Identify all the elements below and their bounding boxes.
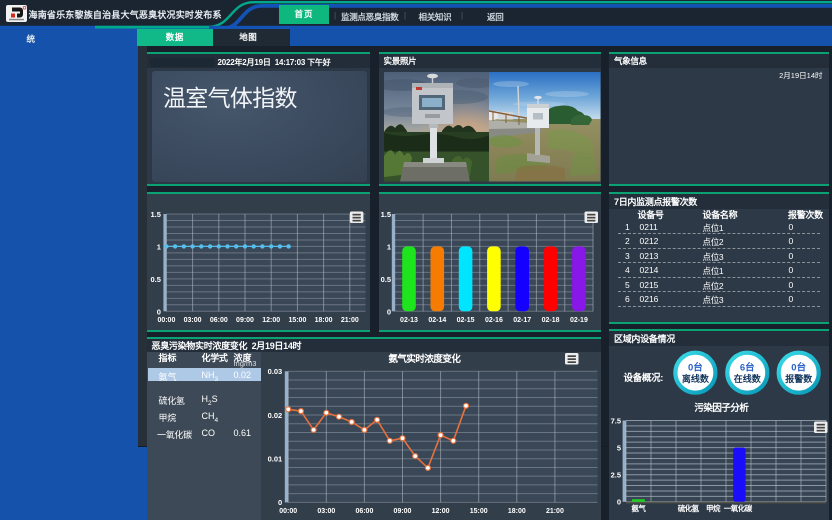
svg-text:0.02: 0.02: [267, 411, 282, 420]
svg-text:02-15: 02-15: [456, 316, 474, 323]
svg-text:氨气实时浓度变化: 氨气实时浓度变化: [388, 353, 461, 365]
svg-text:15:00: 15:00: [469, 508, 487, 515]
svg-text:00:00: 00:00: [279, 508, 297, 515]
svg-text:12:00: 12:00: [431, 508, 449, 515]
svg-text:0: 0: [278, 498, 282, 507]
svg-text:15:00: 15:00: [288, 316, 306, 323]
svg-text:氨气: 氨气: [631, 503, 646, 513]
svg-text:18:00: 18:00: [314, 316, 332, 323]
svg-text:02-16: 02-16: [484, 316, 502, 323]
svg-text:2.5: 2.5: [611, 471, 621, 480]
svg-text:00:00: 00:00: [157, 316, 175, 323]
svg-text:0.5: 0.5: [150, 274, 160, 283]
svg-text:03:00: 03:00: [183, 316, 201, 323]
svg-text:06:00: 06:00: [355, 508, 373, 515]
svg-text:5: 5: [617, 443, 621, 452]
svg-text:09:00: 09:00: [236, 316, 254, 323]
svg-text:离线数: 离线数: [682, 373, 710, 384]
svg-text:0.01: 0.01: [267, 455, 282, 464]
svg-text:1: 1: [156, 242, 160, 251]
svg-text:18:00: 18:00: [507, 508, 525, 515]
svg-text:02-14: 02-14: [428, 316, 446, 323]
svg-text:一氧化碳: 一氧化碳: [724, 503, 753, 513]
svg-text:0.5: 0.5: [380, 274, 390, 283]
svg-text:硫化氢: 硫化氢: [678, 503, 700, 513]
svg-text:02-18: 02-18: [541, 316, 559, 323]
svg-text:09:00: 09:00: [393, 508, 411, 515]
svg-text:甲烷: 甲烷: [706, 503, 721, 513]
svg-text:在线数: 在线数: [734, 373, 762, 384]
svg-text:报警数: 报警数: [785, 373, 813, 384]
svg-text:0台: 0台: [791, 362, 806, 374]
svg-text:21:00: 21:00: [340, 316, 358, 323]
svg-text:02-19: 02-19: [569, 316, 587, 323]
svg-text:1.5: 1.5: [150, 210, 160, 219]
svg-text:02-13: 02-13: [400, 316, 418, 323]
svg-text:12:00: 12:00: [262, 316, 280, 323]
svg-text:06:00: 06:00: [209, 316, 227, 323]
svg-text:7.5: 7.5: [611, 416, 621, 425]
svg-text:1.5: 1.5: [380, 210, 390, 219]
svg-text:6台: 6台: [740, 362, 755, 374]
svg-text:1: 1: [386, 242, 390, 251]
svg-text:02-17: 02-17: [513, 316, 531, 323]
svg-text:0台: 0台: [688, 362, 703, 374]
svg-text:0.03: 0.03: [267, 367, 282, 376]
svg-text:0: 0: [617, 498, 621, 507]
svg-text:0: 0: [386, 307, 390, 316]
svg-text:03:00: 03:00: [317, 508, 335, 515]
svg-text:21:00: 21:00: [545, 508, 563, 515]
svg-text:污染因子分析: 污染因子分析: [694, 402, 749, 414]
svg-text:0: 0: [156, 307, 160, 316]
